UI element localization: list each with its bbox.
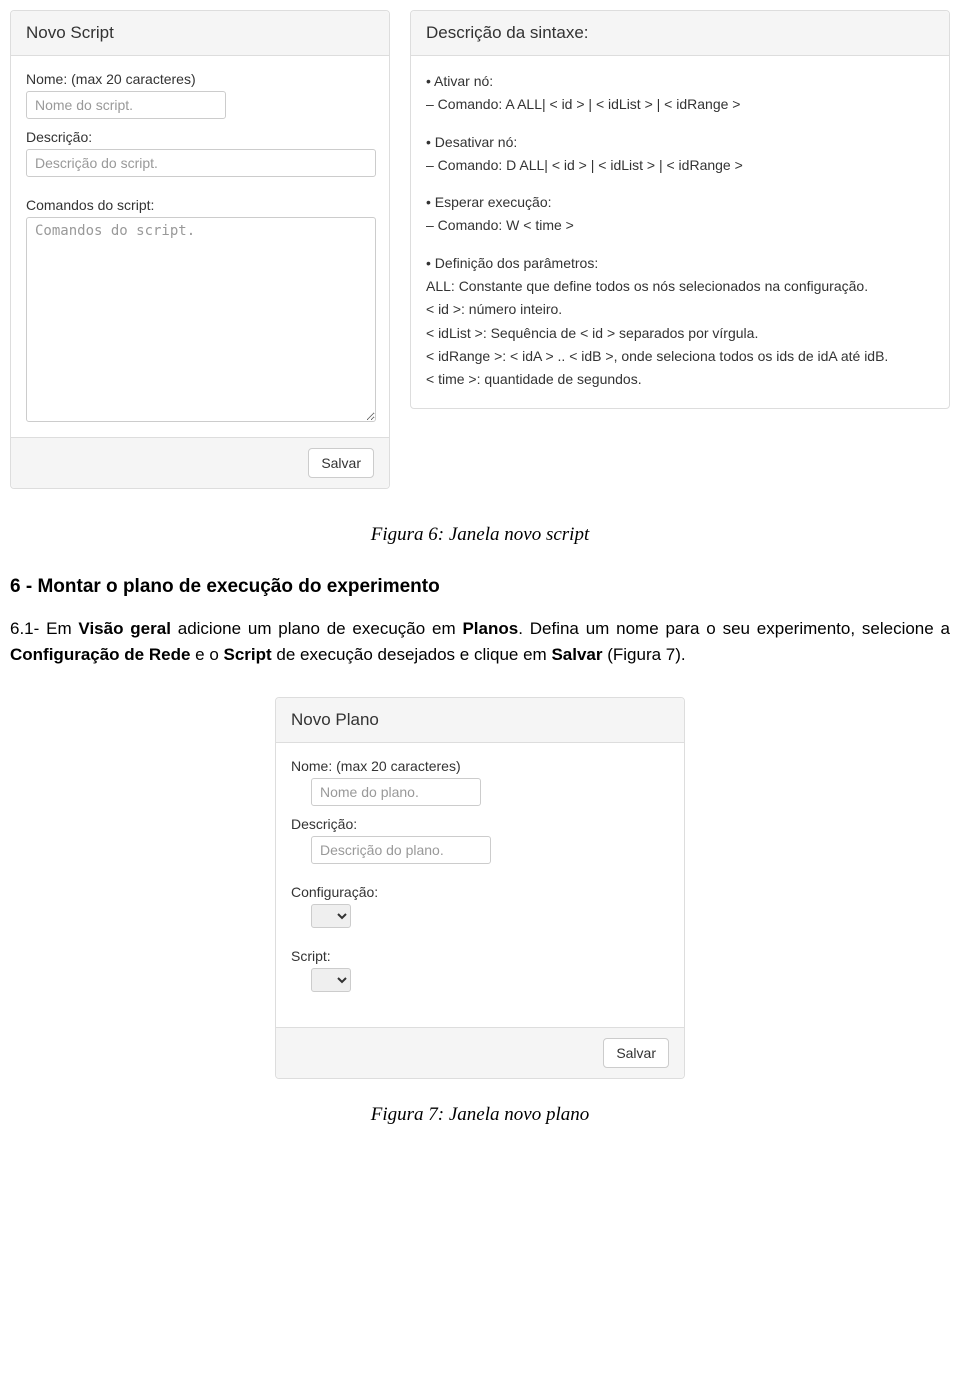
body-text-bold: Salvar [551,645,602,664]
save-button[interactable]: Salvar [308,448,374,478]
figure-6-row: Novo Script Nome: (max 20 caracteres) De… [10,10,950,489]
body-text-part: 6.1- Em [10,619,78,638]
novo-script-body: Nome: (max 20 caracteres) Descrição: Com… [11,56,389,437]
novo-plano-footer: Salvar [276,1027,684,1078]
body-paragraph: 6.1- Em Visão geral adicione um plano de… [10,616,950,667]
plano-config-select[interactable] [311,904,351,928]
nome-label: Nome: (max 20 caracteres) [26,71,374,87]
novo-script-panel: Novo Script Nome: (max 20 caracteres) De… [10,10,390,489]
syntax-line: • Ativar nó: [426,71,934,91]
syntax-line: < id >: número inteiro. [426,299,934,319]
figure-6-caption: Figura 6: Janela novo script [10,524,950,546]
body-text-part: de execução desejados e clique em [272,645,552,664]
novo-plano-panel: Novo Plano Nome: (max 20 caracteres) Des… [275,697,685,1079]
syntax-line: < idList >: Sequência de < id > separado… [426,323,934,343]
plano-desc-label: Descrição: [291,816,669,832]
plano-script-select[interactable] [311,968,351,992]
novo-plano-title: Novo Plano [276,698,684,743]
body-text-part: adicione um plano de execução em [171,619,463,638]
figure-7-wrapper: Novo Plano Nome: (max 20 caracteres) Des… [10,697,950,1079]
syntax-line: • Definição dos parâmetros: [426,253,934,273]
syntax-title: Descrição da sintaxe: [411,11,949,56]
body-text-part: e o [190,645,223,664]
body-text-bold: Visão geral [78,619,171,638]
figure-7-caption: Figura 7: Janela novo plano [10,1104,950,1126]
descricao-input[interactable] [26,149,376,177]
body-text-bold: Planos [462,619,518,638]
plano-save-button[interactable]: Salvar [603,1038,669,1068]
novo-script-title: Novo Script [11,11,389,56]
body-text-bold: Script [224,645,272,664]
novo-script-footer: Salvar [11,437,389,488]
syntax-line: < idRange >: < idA > .. < idB >, onde se… [426,346,934,366]
syntax-line: – Comando: A ALL| < id > | < idList > | … [426,94,934,114]
plano-desc-input[interactable] [311,836,491,864]
novo-plano-body: Nome: (max 20 caracteres) Descrição: Con… [276,743,684,1027]
plano-script-label: Script: [291,948,669,964]
descricao-label: Descrição: [26,129,374,145]
section-heading: 6 - Montar o plano de execução do experi… [10,576,950,598]
syntax-line: • Desativar nó: [426,132,934,152]
body-text-bold: Configuração de Rede [10,645,190,664]
plano-nome-label: Nome: (max 20 caracteres) [291,758,669,774]
body-text-part: . Defina um nome para o seu experimento,… [518,619,950,638]
plano-nome-input[interactable] [311,778,481,806]
syntax-body: • Ativar nó: – Comando: A ALL| < id > | … [411,56,949,408]
syntax-panel: Descrição da sintaxe: • Ativar nó: – Com… [410,10,950,409]
syntax-line: – Comando: D ALL| < id > | < idList > | … [426,155,934,175]
nome-input[interactable] [26,91,226,119]
comandos-label: Comandos do script: [26,197,374,213]
syntax-line: ALL: Constante que define todos os nós s… [426,276,934,296]
plano-config-label: Configuração: [291,884,669,900]
comandos-textarea[interactable] [26,217,376,422]
body-text-part: (Figura 7). [603,645,686,664]
syntax-line: < time >: quantidade de segundos. [426,369,934,389]
syntax-line: • Esperar execução: [426,192,934,212]
syntax-line: – Comando: W < time > [426,215,934,235]
